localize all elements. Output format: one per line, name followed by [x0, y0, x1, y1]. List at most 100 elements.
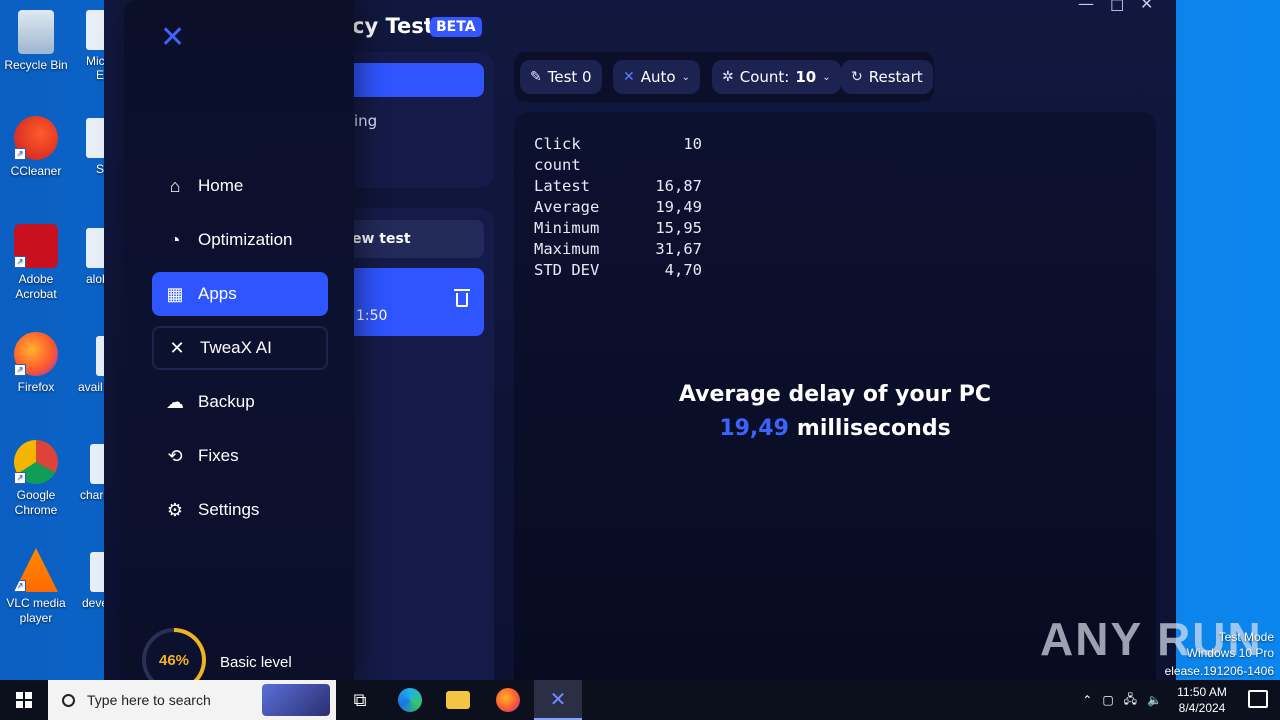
- trash-icon[interactable]: [454, 289, 470, 307]
- average-value-number: 19,49: [719, 416, 789, 441]
- recycle-bin-shortcut[interactable]: Recycle Bin: [0, 10, 72, 73]
- start-button[interactable]: [0, 680, 48, 720]
- volume-icon[interactable]: 🔈: [1147, 693, 1162, 707]
- windows-logo-icon: [16, 692, 32, 708]
- sidebar-item-label: Optimization: [198, 230, 293, 249]
- chrome-icon: ↗: [14, 440, 58, 484]
- taskbar-search[interactable]: Type here to search: [48, 680, 336, 720]
- close-menu-icon[interactable]: ✕: [160, 23, 185, 53]
- search-icon: [62, 693, 75, 707]
- speedometer-icon: ◔: [169, 229, 181, 250]
- tweax-logo-icon: ✕: [549, 687, 567, 711]
- ccleaner-shortcut[interactable]: ↗ CCleaner: [0, 116, 72, 179]
- sidebar-item-optimization[interactable]: ◔ Optimization: [152, 218, 328, 262]
- sidebar-item-label: Apps: [198, 284, 237, 303]
- stat-row: Minimum 15,95: [534, 218, 702, 239]
- test-label: Test 0: [547, 68, 592, 86]
- clock-date: 8/4/2024: [1178, 701, 1226, 715]
- history-icon: ⟲: [167, 445, 183, 466]
- taskbar-clock[interactable]: 11:50 AM 8/4/2024: [1172, 684, 1232, 716]
- sidebar-item-label: Home: [198, 176, 244, 195]
- stat-value: 10: [683, 135, 702, 153]
- chevron-up-icon[interactable]: ⌃: [1082, 693, 1092, 707]
- close-window-icon[interactable]: ✕: [1140, 0, 1153, 13]
- sidebar-item-label: Settings: [198, 500, 260, 519]
- sidebar-item-label: Backup: [198, 392, 255, 411]
- firefox-taskbar-button[interactable]: [484, 680, 532, 720]
- sidebar-item-apps[interactable]: ▦ Apps: [152, 272, 328, 316]
- taskbar: Type here to search ⧉ ✕ ⌃ ▢ 🖧 🔈 11:50 AM…: [0, 680, 1280, 720]
- firefox-icon: ↗: [14, 332, 58, 376]
- firefox-shortcut[interactable]: ↗ Firefox: [0, 332, 72, 395]
- pen-icon: ✎: [530, 69, 542, 85]
- desktop-icon-label: VLC media player: [6, 596, 66, 625]
- mode-selected-button[interactable]: [352, 63, 484, 97]
- auto-dropdown[interactable]: ✕ Auto ⌄: [613, 60, 700, 94]
- stat-value: 19,49: [655, 198, 702, 216]
- desktop-partial-shortcut[interactable]: Mic E: [86, 10, 106, 82]
- stat-value: 16,87: [655, 177, 702, 195]
- tweax-taskbar-button[interactable]: ✕: [534, 680, 582, 720]
- task-view-icon: ⧉: [353, 689, 367, 711]
- stats-list: Click count 10 Latest 16,87 Average 19,49 M…: [534, 134, 702, 281]
- stat-value: 31,67: [655, 240, 702, 258]
- test-time: 1:50: [356, 308, 388, 324]
- device-icon[interactable]: ▢: [1102, 693, 1113, 707]
- level-label: Basic level: [220, 654, 292, 671]
- system-tray: ⌃ ▢ 🖧 🔈 11:50 AM 8/4/2024: [1082, 680, 1232, 720]
- mode-option-label[interactable]: ing: [354, 112, 377, 130]
- test-rename-button[interactable]: ✎ Test 0: [520, 60, 602, 94]
- stat-row: Latest 16,87: [534, 176, 702, 197]
- new-test-label: ew test: [352, 231, 411, 247]
- recycle-bin-icon: [18, 10, 54, 54]
- sidebar-item-settings[interactable]: ⚙ Settings: [152, 488, 328, 532]
- vlc-shortcut[interactable]: ↗ VLC media player: [0, 548, 72, 626]
- desktop-icon-label: Adobe Acrobat: [15, 272, 57, 301]
- auto-label: Auto: [640, 68, 676, 86]
- stat-row: Average 19,49: [534, 197, 702, 218]
- network-icon[interactable]: 🖧: [1124, 690, 1137, 711]
- explorer-taskbar-button[interactable]: [434, 680, 482, 720]
- sidebar-item-home[interactable]: ⌂ Home: [152, 164, 328, 208]
- chevron-down-icon: ⌄: [681, 71, 690, 83]
- sidebar-item-tweax-ai[interactable]: ✕ TweaX AI: [152, 326, 328, 370]
- chrome-shortcut[interactable]: ↗ Google Chrome: [0, 440, 72, 518]
- sidebar-item-backup[interactable]: ☁ Backup: [152, 380, 328, 424]
- desktop-icon-label: Firefox: [17, 380, 55, 394]
- windows-edition-text: Windows 10 Pro: [1186, 646, 1274, 660]
- sidebar-menu: ✕ ⌂ Home ◔ Optimization ▦ Apps ✕ TweaX A…: [124, 0, 354, 692]
- adobe-acrobat-shortcut[interactable]: ↗ Adobe Acrobat: [0, 224, 72, 302]
- apps-grid-icon: ▦: [166, 283, 184, 304]
- average-value-unit: milliseconds: [796, 416, 951, 441]
- restart-button[interactable]: ↻ Restart: [841, 60, 933, 94]
- edge-taskbar-button[interactable]: [386, 680, 434, 720]
- average-delay-heading: Average delay of your PC: [678, 382, 992, 407]
- stat-row: Maximum 31,67: [534, 239, 702, 260]
- stat-key: Latest: [534, 177, 590, 195]
- new-test-button[interactable]: ew test: [352, 220, 484, 258]
- count-value: 10: [795, 68, 817, 86]
- sidebar-item-fixes[interactable]: ⟲ Fixes: [152, 434, 328, 478]
- gear-icon: ⚙: [166, 499, 184, 520]
- cloud-upload-icon: ☁: [166, 391, 184, 412]
- desktop-icon-label: Google Chrome: [14, 488, 58, 517]
- test-toolbar: ✎ Test 0 ✕ Auto ⌄ ✲ Count: 10 ⌄ ↻ Restar…: [514, 52, 934, 102]
- desktop-icon-label: CCleaner: [10, 164, 62, 178]
- page-title: cy Test: [352, 14, 434, 38]
- minimize-icon[interactable]: —: [1078, 0, 1094, 13]
- stat-value: 4,70: [664, 261, 702, 279]
- sidebar-item-label: TweaX AI: [200, 338, 272, 357]
- notification-icon[interactable]: [1248, 690, 1268, 708]
- folder-icon: [446, 691, 470, 709]
- sidebar-item-label: Fixes: [198, 446, 239, 465]
- test-history-item[interactable]: 1:50: [352, 268, 484, 336]
- stat-row: STD DEV 4,70: [534, 260, 702, 281]
- stat-key: Average: [534, 198, 600, 216]
- maximize-icon[interactable]: ☐: [1110, 0, 1124, 15]
- count-dropdown[interactable]: ✲ Count: 10 ⌄: [712, 60, 841, 94]
- ccleaner-icon: ↗: [14, 116, 58, 160]
- test-mode-text: Test Mode: [1218, 630, 1274, 644]
- results-panel: Click count 10 Latest 16,87 Average 19,49 M…: [514, 112, 1156, 680]
- task-view-button[interactable]: ⧉: [336, 680, 384, 720]
- chevron-down-icon: ⌄: [822, 71, 831, 83]
